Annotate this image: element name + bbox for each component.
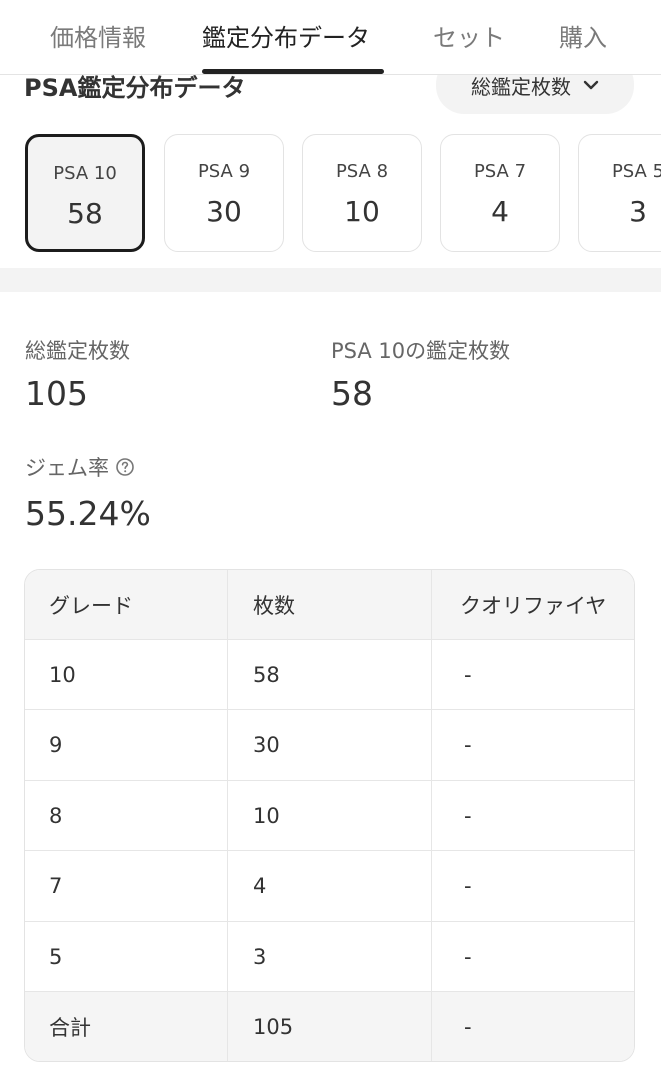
section-divider	[0, 268, 661, 292]
total-graded-value: 105	[25, 374, 88, 413]
selected-grade-count-label: PSA 10の鑑定枚数	[331, 339, 511, 363]
header-qualifier: クオリファイヤ	[460, 593, 607, 618]
cell-grade: 9	[25, 710, 228, 780]
grade-card-count: 4	[491, 195, 509, 228]
cell-total-count: 105	[228, 992, 432, 1061]
tab-grading-distribution[interactable]: 鑑定分布データ	[202, 18, 370, 53]
grade-card-psa-7[interactable]: PSA 7 4	[440, 134, 560, 252]
cell-qualifier: -	[464, 663, 472, 687]
cell-count: 4	[228, 851, 432, 921]
table-header-row: グレード 枚数 クオリファイヤ	[25, 570, 634, 639]
cell-qualifier: -	[464, 804, 472, 828]
grade-card-psa-9[interactable]: PSA 9 30	[164, 134, 284, 252]
cell-total-qualifier: -	[464, 1015, 472, 1039]
cell-total-label: 合計	[25, 992, 228, 1061]
grade-card-list: PSA 10 58 PSA 9 30 PSA 8 10 PSA 7 4 PSA …	[0, 134, 661, 256]
grade-distribution-table: グレード 枚数 クオリファイヤ 10 58 - 9 30 - 8 10 - 7 …	[24, 569, 635, 1062]
chevron-down-icon	[583, 80, 599, 90]
cell-count: 3	[228, 922, 432, 992]
grade-card-count: 3	[629, 195, 647, 228]
table-row: 8 10 -	[25, 780, 634, 851]
grade-card-count: 58	[67, 197, 103, 230]
grade-card-label: PSA 5	[611, 161, 661, 182]
cell-grade: 5	[25, 922, 228, 992]
header-grade: グレード	[25, 570, 228, 639]
cell-grade: 7	[25, 851, 228, 921]
tab-set[interactable]: セット	[433, 18, 505, 53]
cell-count: 10	[228, 781, 432, 851]
tab-bar: 価格情報 鑑定分布データ セット 購入	[0, 0, 661, 75]
gem-rate-label: ジェム率	[25, 456, 109, 480]
table-row: 7 4 -	[25, 850, 634, 921]
active-tab-indicator	[202, 69, 384, 74]
grade-card-label: PSA 8	[335, 161, 389, 182]
grade-card-psa-5[interactable]: PSA 5 3	[578, 134, 661, 252]
cell-qualifier: -	[464, 945, 472, 969]
grade-card-label: PSA 7	[473, 161, 527, 182]
selected-grade-count-value: 58	[331, 374, 373, 413]
tab-price-info[interactable]: 価格情報	[50, 18, 146, 53]
grade-card-count: 10	[344, 195, 380, 228]
gem-rate-label-row: ジェム率	[25, 452, 135, 482]
cell-qualifier: -	[464, 874, 472, 898]
cell-grade: 10	[25, 640, 228, 710]
total-graded-label: 総鑑定枚数	[25, 339, 130, 363]
table-row: 9 30 -	[25, 709, 634, 780]
grade-card-label: PSA 10	[53, 163, 117, 184]
grade-card-label: PSA 9	[197, 161, 251, 182]
cell-count: 30	[228, 710, 432, 780]
cell-count: 58	[228, 640, 432, 710]
grade-card-psa-8[interactable]: PSA 8 10	[302, 134, 422, 252]
tab-purchase[interactable]: 購入	[559, 18, 607, 53]
table-row: 5 3 -	[25, 921, 634, 992]
help-circle-icon[interactable]	[115, 457, 135, 482]
cell-grade: 8	[25, 781, 228, 851]
grade-card-psa-10[interactable]: PSA 10 58	[25, 134, 145, 252]
header-count: 枚数	[228, 570, 432, 639]
grade-card-count: 30	[206, 195, 242, 228]
table-total-row: 合計 105 -	[25, 991, 634, 1061]
table-row: 10 58 -	[25, 639, 634, 710]
gem-rate-value: 55.24%	[25, 494, 151, 533]
cell-qualifier: -	[464, 733, 472, 757]
